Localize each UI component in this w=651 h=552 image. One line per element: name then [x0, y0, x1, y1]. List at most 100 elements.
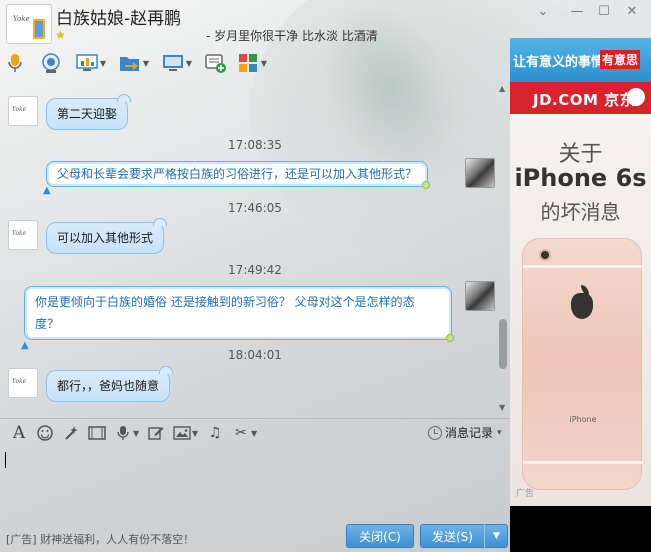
advertisement-panel[interactable]: 让有意义的事情 有意思 JD.COM 京东 关于 iPhone 6s 的坏消息 …	[510, 38, 651, 552]
apple-logo-icon	[571, 293, 593, 319]
contact-avatar-small[interactable]: Yoke	[8, 96, 38, 126]
scroll-up-icon[interactable]: ▲	[499, 84, 505, 93]
bubble-decoration	[159, 366, 174, 374]
ad-banner-text: 让有意义的事情	[513, 55, 605, 70]
ad-banner-badge: 有意思	[600, 50, 641, 69]
avatar-signature: Yoke	[12, 230, 27, 237]
video-message-icon[interactable]	[84, 422, 110, 444]
contact-avatar-small[interactable]: Yoke	[8, 368, 38, 398]
star-icon: ★	[55, 28, 66, 42]
my-avatar[interactable]	[465, 158, 495, 188]
video-call-button[interactable]	[40, 51, 62, 75]
iphone-image: iPhone	[522, 238, 643, 490]
webcam-icon	[40, 52, 62, 74]
message-text-line-1: 你是更倾向于白族的婚俗 还是接触到的新习俗？ 父母对这个是怎样的态	[35, 295, 415, 309]
font-icon[interactable]: A	[6, 422, 32, 444]
message-scrollbar[interactable]: ▲ ▼	[497, 84, 509, 418]
mobile-online-icon	[33, 19, 45, 39]
message-input[interactable]	[0, 446, 510, 520]
chevron-down-icon[interactable]: ▼	[251, 429, 259, 438]
my-avatar[interactable]	[465, 281, 495, 311]
message-history-button[interactable]: 消息记录 ▾	[428, 424, 502, 441]
ad-bottom-bar	[510, 506, 651, 552]
monitor-chart-icon	[76, 52, 98, 74]
timestamp: 17:08:35	[228, 138, 282, 152]
message-text: 都行，，爸妈也随意	[57, 379, 160, 393]
history-label: 消息记录	[445, 426, 494, 440]
chevron-down-icon[interactable]: ▼	[99, 52, 107, 74]
apps-grid-icon	[237, 52, 259, 74]
microphone-icon	[4, 52, 26, 74]
message-text: 第二天迎娶	[57, 107, 118, 121]
phone-brand-text: iPhone	[569, 415, 597, 424]
clock-icon	[428, 425, 442, 440]
input-divider	[0, 418, 510, 419]
message-list[interactable]: Yoke 第二天迎娶 17:08:35 父母和长辈会要求严格按白族的习俗进行，还…	[0, 84, 510, 418]
chevron-down-icon[interactable]: ▼	[133, 429, 141, 438]
message-bubble-received[interactable]: 都行，，爸妈也随意	[46, 366, 174, 402]
screen-share-button[interactable]: ▼	[162, 51, 193, 75]
camera-icon	[539, 249, 551, 261]
chat-window: Yoke ★ 白族姑娘-赵再鹏 - 岁月里你很干净 比水淡 比酒清 ⌄ — ☐ …	[0, 0, 651, 552]
avatar-signature: Yoke	[13, 15, 30, 23]
ad-banner[interactable]: 让有意义的事情 有意思	[510, 38, 651, 82]
ad-headline-3: 的坏消息	[540, 200, 621, 224]
apps-button[interactable]: ▼	[237, 51, 268, 75]
message-bubble-received[interactable]: 第二天迎娶	[46, 94, 132, 130]
chat-toolbar: ▼ ▼ ▼ ▼	[4, 50, 274, 76]
avatar-signature: Yoke	[12, 378, 27, 385]
music-icon[interactable]: ♫	[202, 422, 228, 444]
read-status-icon	[422, 181, 431, 189]
scroll-down-icon[interactable]: ▼	[499, 403, 505, 412]
footer-ad-link[interactable]: [广告] 财神送福利，人人有份不落空！	[6, 531, 194, 547]
read-status-icon	[446, 334, 454, 342]
magic-wand-icon[interactable]	[58, 422, 84, 444]
contact-signature: - 岁月里你很干净 比水淡 比酒清	[206, 29, 378, 43]
text-caret	[5, 452, 6, 468]
send-options-dropdown[interactable]: ▼	[484, 524, 508, 548]
message-text-line-2: 度？	[35, 317, 60, 331]
timestamp: 18:04:01	[228, 348, 282, 362]
folder-arrow-icon	[119, 52, 141, 74]
bubble-corner-icon: ▲	[43, 185, 51, 196]
chevron-down-icon[interactable]: ▼	[142, 52, 150, 74]
remote-desktop-button[interactable]: ▼	[76, 51, 107, 75]
minimize-button[interactable]: —	[565, 2, 589, 22]
timestamp: 17:46:05	[228, 201, 282, 215]
contact-avatar[interactable]: Yoke	[6, 4, 52, 44]
maximize-button[interactable]: ☐	[592, 2, 616, 22]
close-window-button[interactable]: ✕	[620, 2, 644, 22]
timestamp: 17:49:42	[228, 263, 282, 277]
screen-icon	[162, 52, 184, 74]
antenna-band	[523, 461, 643, 464]
send-label: 发送(S)	[432, 530, 473, 544]
message-text: 可以加入其他形式	[57, 231, 154, 245]
bubble-decoration	[153, 218, 168, 226]
skin-button[interactable]: ⌄	[531, 2, 555, 22]
avatar-signature: Yoke	[12, 106, 27, 113]
create-group-button[interactable]	[205, 51, 227, 75]
message-bubble-sent[interactable]: 父母和长辈会要求严格按白族的习俗进行，还是可以加入其他形式？ ▲	[43, 161, 431, 196]
jd-brand-bar[interactable]: JD.COM 京东	[510, 82, 651, 114]
ad-tag: 广告	[516, 489, 535, 499]
chevron-down-icon[interactable]: ▼	[260, 52, 268, 74]
antenna-band	[523, 265, 643, 268]
send-file-button[interactable]: ▼	[119, 51, 150, 75]
chevron-down-icon[interactable]: ▾	[497, 428, 502, 438]
contact-avatar-small[interactable]: Yoke	[8, 220, 38, 250]
ad-headline-2: iPhone 6s	[514, 164, 647, 192]
close-button[interactable]: 关闭(C)	[346, 524, 414, 548]
bubble-corner-icon: ▲	[21, 340, 29, 351]
emoji-icon[interactable]	[32, 422, 58, 444]
chevron-down-icon[interactable]: ▼	[192, 429, 200, 438]
edit-icon[interactable]	[143, 422, 169, 444]
chat-plus-icon	[205, 52, 227, 74]
contact-name[interactable]: 白族姑娘-赵再鹏	[56, 4, 181, 29]
message-bubble-received[interactable]: 可以加入其他形式	[46, 218, 168, 254]
message-bubble-sent[interactable]: 你是更倾向于白族的婚俗 还是接触到的新习俗？ 父母对这个是怎样的态 度？ ▲	[21, 286, 454, 351]
scrollbar-thumb[interactable]	[499, 319, 507, 369]
chevron-down-icon[interactable]: ▼	[185, 52, 193, 74]
jd-mascot-icon	[627, 88, 645, 106]
jd-logo-text: JD.COM 京东	[533, 91, 636, 109]
voice-call-button[interactable]	[4, 51, 26, 75]
